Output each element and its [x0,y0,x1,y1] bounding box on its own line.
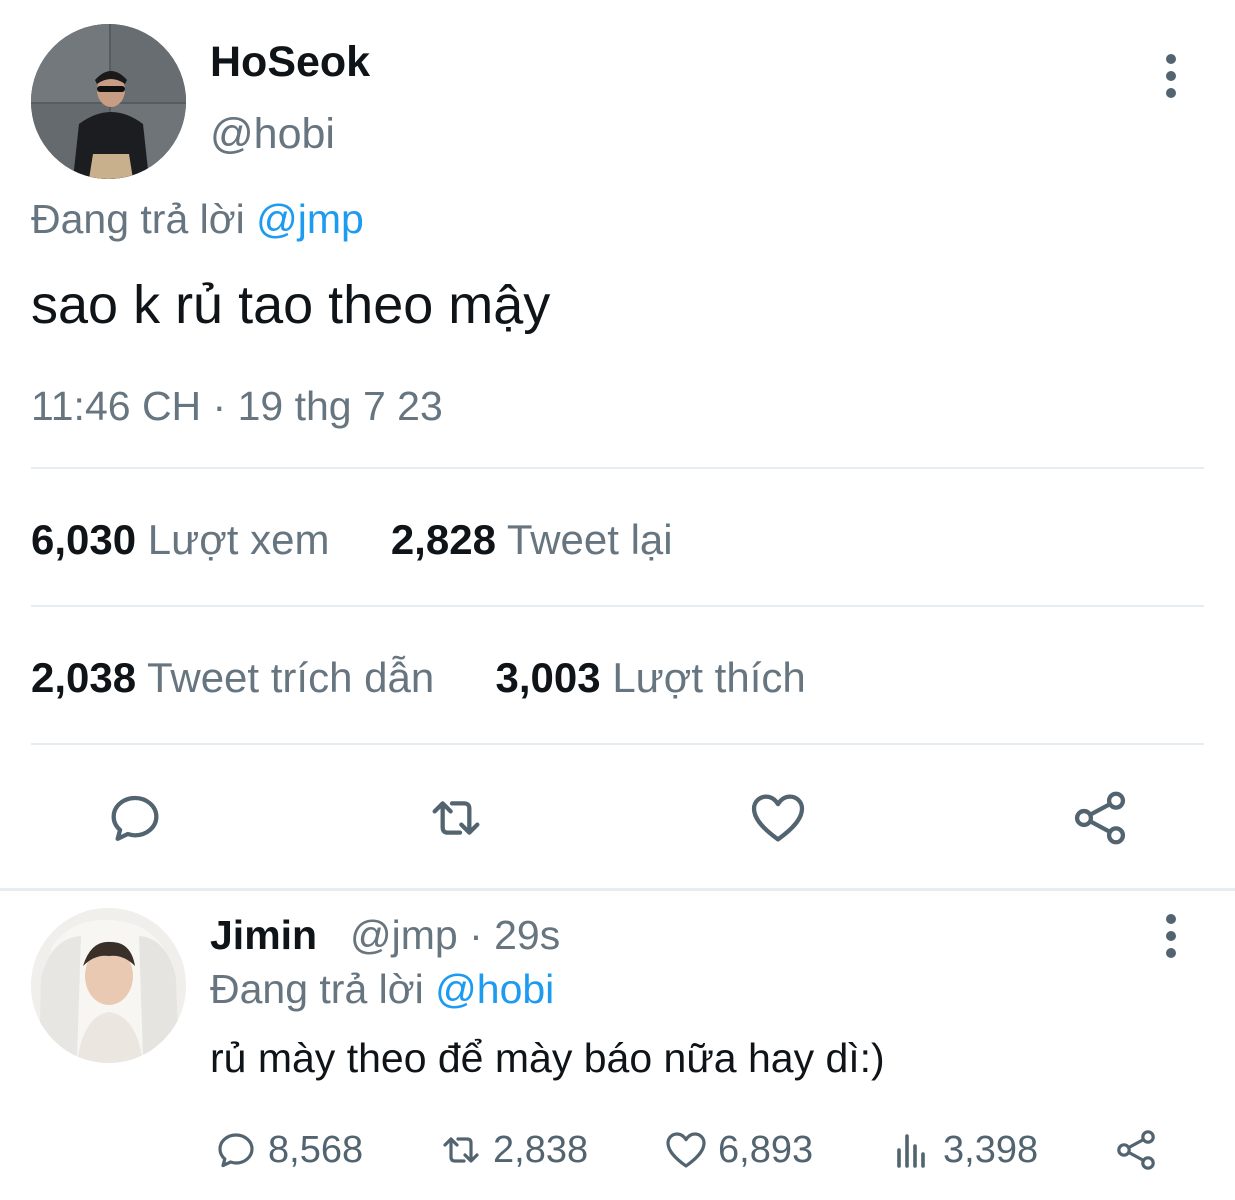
reply-tweet-text: rủ mày theo để mày báo nữa hay dì:) [210,1035,885,1081]
reply-icon [111,795,159,841]
author-name[interactable]: HoSeok [210,38,370,87]
reply-button[interactable] [103,786,167,850]
reply-share-button[interactable] [1112,1124,1160,1176]
stats-row-2: 2,038 Tweet trích dẫn 3,003 Lượt thích [31,654,806,702]
tweet-text: sao k rủ tao theo mậy [31,275,551,335]
like-button[interactable] [746,786,810,850]
retweets-count: 2,828 [390,516,496,563]
replying-to-mention[interactable]: @jmp [256,196,364,242]
reply-icon [218,1133,254,1168]
like-count: 6,893 [718,1128,814,1171]
section-divider [0,888,1235,891]
share-icon [1117,1130,1155,1170]
retweet-icon [443,1137,479,1163]
divider [31,743,1204,745]
reply-replying-prefix: Đang trả lời [210,966,424,1012]
share-icon [1074,791,1126,845]
divider [31,605,1204,607]
quotes-label: Tweet trích dẫn [147,654,435,701]
views-label: Lượt xem [147,516,330,563]
like-icon [751,794,805,842]
reply-author-name[interactable]: Jimin [210,912,317,959]
likes-label: Lượt thích [612,654,806,701]
tweet-timestamp[interactable]: 11:46 CH · 19 thg 7 23 [31,383,443,430]
quotes-stat[interactable]: 2,038 Tweet trích dẫn [31,654,446,701]
reply-replying-to-mention[interactable]: @hobi [435,966,554,1012]
likes-stat[interactable]: 3,003 Lượt thích [484,654,806,701]
author-avatar[interactable] [31,24,186,179]
likes-count: 3,003 [495,654,601,701]
quotes-count: 2,038 [31,654,137,701]
replying-prefix: Đang trả lời [31,196,245,242]
author-handle[interactable]: @hobi [210,110,335,159]
share-button[interactable] [1068,786,1132,850]
views-count: 3,398 [943,1128,1039,1171]
reply-reply-button[interactable]: 8,568 [212,1124,363,1176]
retweet-icon [432,801,480,835]
more-options-icon[interactable] [1156,54,1186,98]
views-icon [897,1134,925,1168]
views-stat[interactable]: 6,030 Lượt xem [31,516,341,563]
stats-row-1: 6,030 Lượt xem 2,828 Tweet lại [31,516,673,564]
main-tweet: HoSeok @hobi Đang trả lời @jmp sao k rủ … [0,0,1235,888]
reply-views-button[interactable]: 3,398 [887,1124,1038,1176]
divider [31,467,1204,469]
retweets-stat[interactable]: 2,828 Tweet lại [379,516,673,563]
retweet-button[interactable] [424,786,488,850]
reply-count: 8,568 [268,1128,364,1171]
reply-author-handle-time[interactable]: @jmp · 29s [350,912,560,959]
reply-retweet-button[interactable]: 2,838 [437,1124,588,1176]
retweets-label: Tweet lại [506,516,673,563]
reply-replying-to: Đang trả lời @hobi [210,966,554,1013]
like-icon [666,1132,706,1168]
replying-to: Đang trả lời @jmp [31,196,364,243]
views-count: 6,030 [31,516,137,563]
reply-author-avatar[interactable] [31,908,186,1063]
reply-more-options-icon[interactable] [1156,914,1186,958]
retweet-count: 2,838 [493,1128,589,1171]
reply-like-button[interactable]: 6,893 [662,1124,813,1176]
